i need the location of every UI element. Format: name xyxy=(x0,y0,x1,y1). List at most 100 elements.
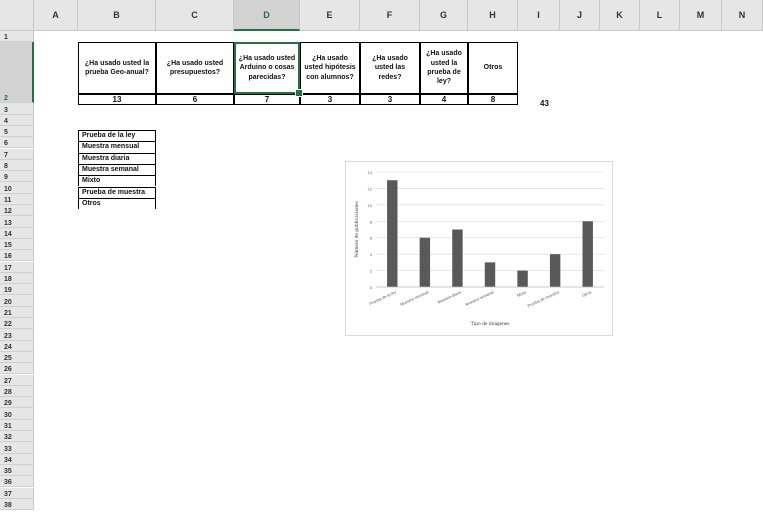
row-header-31[interactable]: 31 xyxy=(0,419,34,431)
count-cell[interactable]: 8 xyxy=(468,94,518,105)
count-cell[interactable]: 6 xyxy=(156,94,234,105)
select-all-corner[interactable] xyxy=(0,0,34,31)
row-header-19[interactable]: 19 xyxy=(0,284,34,296)
y-tick-label: 14 xyxy=(368,170,373,175)
row-header-20[interactable]: 20 xyxy=(0,295,34,307)
row-header-9[interactable]: 9 xyxy=(0,171,34,183)
row-header-30[interactable]: 30 xyxy=(0,408,34,420)
y-tick-label: 2 xyxy=(370,269,373,274)
row-header-37[interactable]: 37 xyxy=(0,487,34,499)
row-header-18[interactable]: 18 xyxy=(0,272,34,285)
row-header-13[interactable]: 13 xyxy=(0,216,34,228)
y-tick-label: 6 xyxy=(370,236,373,241)
count-cell[interactable]: 13 xyxy=(78,94,156,105)
x-tick-label: Mixto xyxy=(516,289,527,298)
x-tick-label: Prueba de muestra xyxy=(527,289,561,308)
row-header-26[interactable]: 26 xyxy=(0,363,34,375)
x-tick-label: Muestra mensual xyxy=(399,289,429,307)
row-header-35[interactable]: 35 xyxy=(0,464,34,477)
row-header-29[interactable]: 29 xyxy=(0,397,34,409)
row-header-14[interactable]: 14 xyxy=(0,227,34,239)
column-header-l[interactable]: L xyxy=(640,0,680,31)
row-header-1[interactable]: 1 xyxy=(0,31,34,43)
row-header-33[interactable]: 33 xyxy=(0,442,34,454)
bar[interactable] xyxy=(517,270,528,287)
row-header-36[interactable]: 36 xyxy=(0,476,34,488)
bar[interactable] xyxy=(582,221,593,287)
row-header-28[interactable]: 28 xyxy=(0,385,34,398)
x-axis-title: Tipo de imágenes xyxy=(471,321,510,327)
question-cell[interactable]: ¿Ha usado usted presupuestos? xyxy=(156,42,234,94)
row-header-4[interactable]: 4 xyxy=(0,114,34,126)
row-header-38[interactable]: 38 xyxy=(0,498,34,511)
y-tick-label: 0 xyxy=(370,285,373,290)
count-cell[interactable]: 3 xyxy=(360,94,420,105)
count-cell[interactable]: 4 xyxy=(420,94,468,105)
column-header-g[interactable]: G xyxy=(420,0,468,31)
column-header-m[interactable]: M xyxy=(680,0,722,31)
row-header-23[interactable]: 23 xyxy=(0,329,34,341)
row-header-10[interactable]: 10 xyxy=(0,182,34,194)
category-list-item[interactable]: Otros xyxy=(78,197,156,210)
row-header-27[interactable]: 27 xyxy=(0,374,34,386)
y-tick-label: 12 xyxy=(368,186,373,191)
column-header-b[interactable]: B xyxy=(78,0,156,31)
column-header-i[interactable]: I xyxy=(518,0,560,31)
column-header-n[interactable]: N xyxy=(722,0,763,31)
row-header-3[interactable]: 3 xyxy=(0,103,34,115)
column-header-f[interactable]: F xyxy=(360,0,420,31)
bar[interactable] xyxy=(419,237,431,287)
question-cell[interactable]: ¿Ha usado usted las redes? xyxy=(360,42,420,94)
y-axis-title: Número de publicaciones xyxy=(354,201,360,257)
category-list-item[interactable]: Muestra diaria xyxy=(78,152,156,164)
fill-handle[interactable] xyxy=(295,89,303,97)
column-header-c[interactable]: C xyxy=(156,0,234,31)
x-tick-label: Muestra semanal xyxy=(464,289,494,307)
column-header-a[interactable]: A xyxy=(34,0,78,31)
column-header-j[interactable]: J xyxy=(560,0,600,31)
chart-canvas: 0 2 4 6 8 10 12 14 Prueba de la ley Muestra mensu… xyxy=(354,170,604,327)
y-tick-label: 10 xyxy=(368,203,373,208)
count-cell[interactable]: 3 xyxy=(300,94,360,105)
category-list-item[interactable]: Prueba de la ley xyxy=(78,130,156,142)
x-tick-label: Otros xyxy=(581,289,592,298)
row-header-17[interactable]: 17 xyxy=(0,261,34,273)
bar[interactable] xyxy=(452,229,463,288)
column-header-k[interactable]: K xyxy=(600,0,640,31)
bar[interactable] xyxy=(484,262,496,287)
question-cell[interactable]: Otros xyxy=(468,42,518,94)
row-header-15[interactable]: 15 xyxy=(0,238,34,251)
row-header-32[interactable]: 32 xyxy=(0,431,34,443)
category-list-item[interactable]: Muestra mensual xyxy=(78,141,156,153)
row-header-25[interactable]: 25 xyxy=(0,351,34,364)
category-list-item[interactable]: Mixto xyxy=(78,175,156,187)
column-header-e[interactable]: E xyxy=(300,0,360,31)
row-header-21[interactable]: 21 xyxy=(0,306,34,318)
row-header-11[interactable]: 11 xyxy=(0,193,34,205)
row-header-22[interactable]: 22 xyxy=(0,318,34,330)
column-header-h[interactable]: H xyxy=(468,0,518,31)
column-header-d[interactable]: D xyxy=(234,0,300,31)
total-cell[interactable]: 43 xyxy=(540,99,560,111)
question-cell[interactable]: ¿Ha usado usted Arduino o cosas parecida… xyxy=(234,42,300,94)
question-cell[interactable]: ¿Ha usado usted la prueba Geo-anual? xyxy=(78,42,156,94)
row-header-5[interactable]: 5 xyxy=(0,125,34,138)
row-header-8[interactable]: 8 xyxy=(0,159,34,172)
category-list-item[interactable]: Muestra semanal xyxy=(78,163,156,176)
row-header-12[interactable]: 12 xyxy=(0,205,34,217)
bar[interactable] xyxy=(387,180,398,287)
count-cell[interactable]: 7 xyxy=(234,94,300,105)
y-tick-label: 8 xyxy=(370,219,373,224)
row-header-16[interactable]: 16 xyxy=(0,250,34,262)
question-cell[interactable]: ¿Ha usado usted hipótesis con alumnos? xyxy=(300,42,360,94)
question-cell[interactable]: ¿Ha usado usted la prueba de ley? xyxy=(420,42,468,94)
bar[interactable] xyxy=(549,254,561,287)
y-tick-label: 4 xyxy=(370,252,373,257)
row-header-7[interactable]: 7 xyxy=(0,148,34,160)
bar-chart[interactable]: 0 2 4 6 8 10 12 14 Prueba de la ley Muestra mensu… xyxy=(345,161,613,336)
row-header-6[interactable]: 6 xyxy=(0,137,34,149)
row-header-2[interactable]: 2 xyxy=(0,42,34,104)
row-header-34[interactable]: 34 xyxy=(0,453,34,465)
category-list-item[interactable]: Prueba de muestra xyxy=(78,186,156,198)
row-header-24[interactable]: 24 xyxy=(0,340,34,352)
